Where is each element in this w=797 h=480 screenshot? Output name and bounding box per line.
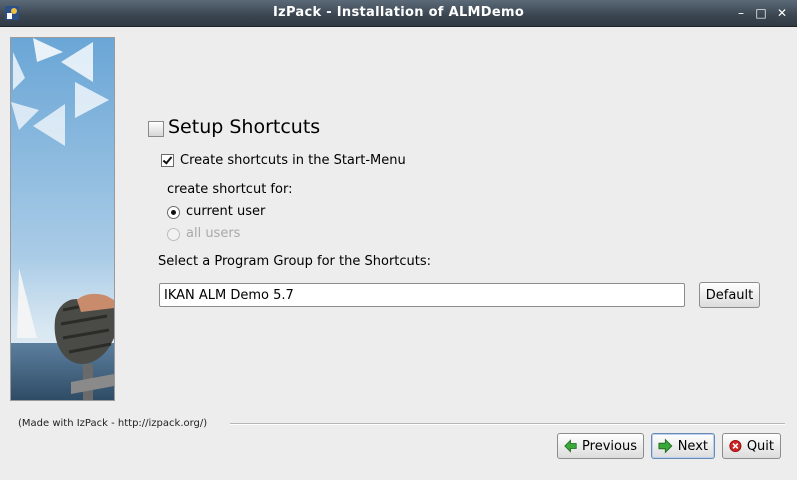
arrow-right-icon bbox=[658, 438, 673, 454]
maximize-button[interactable]: □ bbox=[752, 4, 770, 22]
previous-label: Previous bbox=[582, 438, 637, 454]
previous-button[interactable]: Previous bbox=[557, 433, 644, 459]
next-label: Next bbox=[677, 438, 708, 454]
close-button[interactable]: ✕ bbox=[773, 4, 791, 22]
quit-label: Quit bbox=[746, 438, 774, 454]
side-image bbox=[10, 37, 115, 401]
create-shortcuts-checkbox[interactable] bbox=[161, 154, 174, 167]
arrow-left-icon bbox=[564, 439, 577, 453]
radio-current-user[interactable] bbox=[167, 206, 180, 219]
title-bar[interactable]: IzPack - Installation of ALMDemo – □ ✕ bbox=[0, 0, 797, 27]
create-for-label: create shortcut for: bbox=[167, 182, 293, 197]
cancel-icon bbox=[729, 439, 742, 453]
radio-all-users bbox=[167, 228, 180, 241]
made-with-label: (Made with IzPack - http://izpack.org/) bbox=[18, 418, 208, 429]
program-group-label: Select a Program Group for the Shortcuts… bbox=[158, 254, 432, 269]
program-group-input[interactable] bbox=[159, 283, 685, 307]
footer-separator bbox=[230, 423, 785, 425]
default-button[interactable]: Default bbox=[699, 282, 760, 308]
panel-heading: Setup Shortcuts bbox=[168, 116, 321, 138]
radio-all-users-label: all users bbox=[186, 226, 241, 241]
create-shortcuts-label[interactable]: Create shortcuts in the Start-Menu bbox=[180, 153, 406, 168]
next-button[interactable]: Next bbox=[651, 433, 715, 459]
quit-button[interactable]: Quit bbox=[722, 433, 781, 459]
radio-current-user-label[interactable]: current user bbox=[186, 204, 265, 219]
panel-icon bbox=[148, 121, 164, 137]
minimize-button[interactable]: – bbox=[732, 4, 750, 22]
sailing-image bbox=[11, 38, 114, 400]
installer-window: IzPack - Installation of ALMDemo – □ ✕ S… bbox=[0, 0, 797, 480]
window-title: IzPack - Installation of ALMDemo bbox=[272, 5, 525, 20]
